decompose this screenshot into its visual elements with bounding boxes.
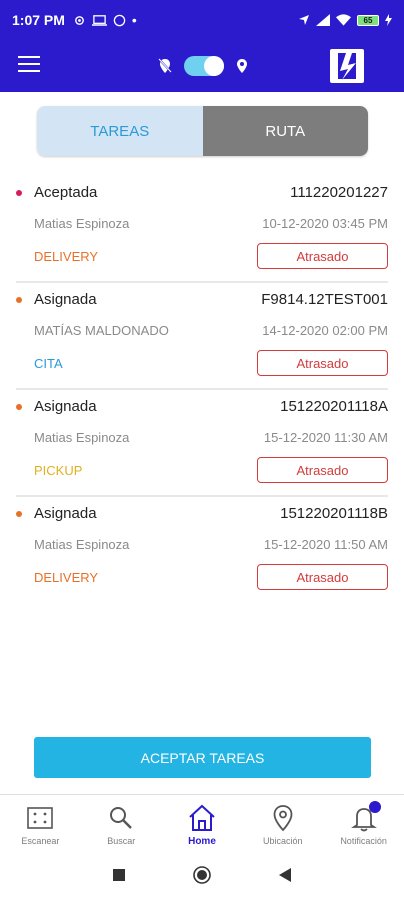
task-type: PICKUP xyxy=(34,463,83,478)
charging-icon xyxy=(385,14,392,26)
task-code: 111220201227 xyxy=(290,184,388,201)
late-badge: Atrasado xyxy=(257,457,388,483)
task-item[interactable]: Asignada 151220201118B Matias Espinoza 1… xyxy=(16,497,388,604)
tab-ruta[interactable]: RUTA xyxy=(202,106,368,156)
task-date: 10-12-2020 03:45 PM xyxy=(262,216,388,231)
task-item[interactable]: Asignada F9814.12TEST001 MATÍAS MALDONAD… xyxy=(16,283,388,390)
notification-dot xyxy=(369,801,382,813)
segmented-tabs: TAREAS RUTA xyxy=(37,106,368,156)
task-date: 15-12-2020 11:50 AM xyxy=(263,537,388,552)
navigation-arrow-icon xyxy=(299,15,309,25)
nav-label: Buscar xyxy=(107,836,136,846)
location-off-icon xyxy=(158,58,172,73)
status-dot xyxy=(16,404,22,410)
nav-label: Escanear xyxy=(21,836,60,846)
laptop-icon xyxy=(91,14,107,26)
task-code: 151220201118B xyxy=(280,505,388,522)
task-item[interactable]: Asignada 151220201118A Matias Espinoza 1… xyxy=(16,390,388,497)
signal-icon xyxy=(316,14,330,26)
task-status: Asignada xyxy=(34,291,97,308)
nav-item-escanear[interactable]: Escanear xyxy=(0,795,81,854)
whatsapp-icon xyxy=(113,14,126,26)
late-badge: Atrasado xyxy=(257,564,388,590)
task-status: Asignada xyxy=(34,398,97,415)
task-date: 14-12-2020 02:00 PM xyxy=(262,323,388,338)
location-on-icon xyxy=(237,59,247,73)
system-nav-bar xyxy=(0,854,404,900)
task-person: Matias Espinoza xyxy=(34,430,130,445)
nav-item-home[interactable]: Home xyxy=(162,795,243,854)
nav-label: Notificación xyxy=(340,836,387,846)
back-icon[interactable] xyxy=(279,868,291,882)
location-icon xyxy=(273,805,293,832)
task-list: Aceptada 111220201227 Matias Espinoza 10… xyxy=(0,176,404,604)
task-type: DELIVERY xyxy=(34,570,99,585)
late-badge: Atrasado xyxy=(257,243,388,269)
status-dot xyxy=(16,511,22,517)
tracking-toggle[interactable] xyxy=(184,56,224,76)
wifi-icon xyxy=(336,14,351,26)
task-type: CITA xyxy=(34,356,63,371)
task-type: DELIVERY xyxy=(34,249,99,264)
tab-tareas[interactable]: TAREAS xyxy=(37,106,203,156)
bottom-nav: Escanear Buscar Home Ubicación Notificac… xyxy=(0,794,404,854)
app-bar xyxy=(0,40,404,92)
status-icons-right: 65 xyxy=(298,14,392,26)
status-dot xyxy=(16,190,22,196)
task-item[interactable]: Aceptada 111220201227 Matias Espinoza 10… xyxy=(16,176,388,283)
nav-label: Home xyxy=(188,836,216,847)
nav-label: Ubicación xyxy=(263,836,303,846)
task-person: Matias Espinoza xyxy=(34,216,130,231)
status-bar: 1:07 PM • 65 xyxy=(0,0,404,40)
task-date: 15-12-2020 11:30 AM xyxy=(263,430,388,445)
search-icon xyxy=(110,807,133,829)
task-person: Matias Espinoza xyxy=(34,537,130,552)
task-person: MATÍAS MALDONADO xyxy=(34,323,169,338)
status-dot xyxy=(16,297,22,303)
status-time: 1:07 PM xyxy=(12,12,65,28)
home-circle-icon[interactable] xyxy=(193,866,211,884)
home-icon xyxy=(189,804,215,831)
late-badge: Atrasado xyxy=(257,350,388,376)
task-code: 151220201118A xyxy=(280,398,388,415)
nav-item-buscar[interactable]: Buscar xyxy=(81,795,162,854)
nav-item-notificacion[interactable]: Notificación xyxy=(323,795,404,854)
accept-tasks-button[interactable]: ACEPTAR TAREAS xyxy=(34,737,371,778)
task-status: Aceptada xyxy=(34,184,98,201)
status-icons-left: • xyxy=(73,12,137,28)
task-status: Asignada xyxy=(34,505,97,522)
settings-icon xyxy=(75,15,84,25)
app-logo xyxy=(330,49,364,83)
recents-icon[interactable] xyxy=(113,869,125,881)
menu-icon[interactable] xyxy=(18,56,40,74)
location-toggle-group xyxy=(158,54,250,78)
nav-item-ubicacion[interactable]: Ubicación xyxy=(242,795,323,854)
task-code: F9814.12TEST001 xyxy=(261,291,388,308)
scan-icon xyxy=(27,807,54,829)
more-dot-icon: • xyxy=(131,12,137,28)
battery-icon: 65 xyxy=(357,14,379,26)
